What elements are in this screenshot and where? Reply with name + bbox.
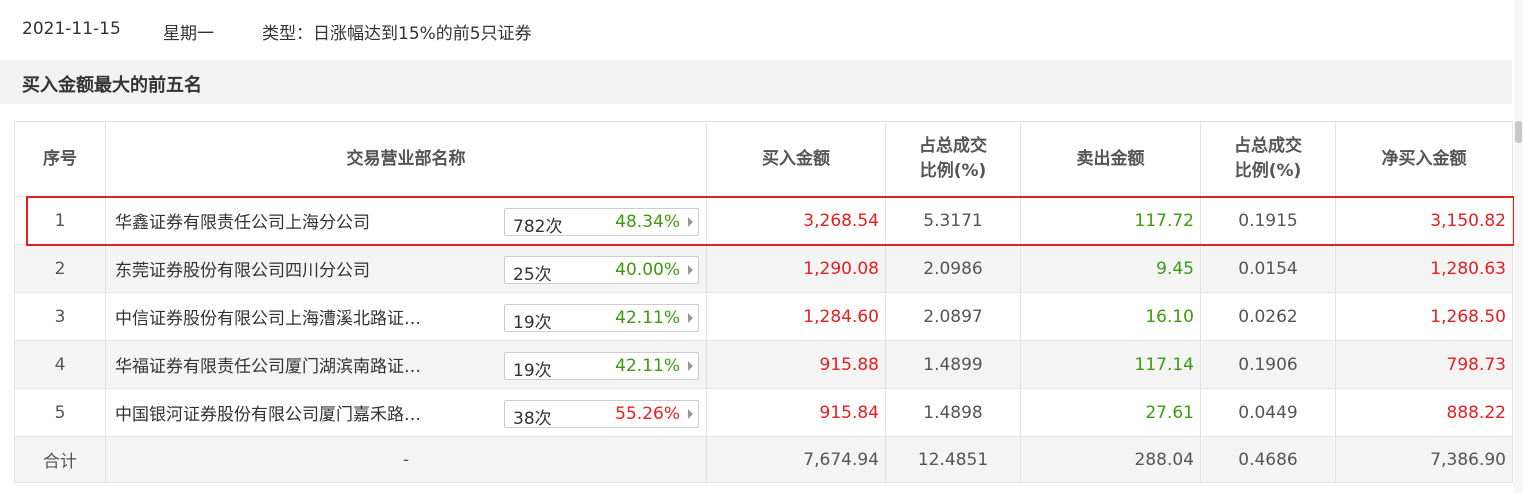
total-branch: - xyxy=(105,436,707,483)
table-row: 3 中信证券股份有限公司上海漕溪北路证… 19次 42.11% 1,284.60… xyxy=(14,292,1513,341)
chevron-right-icon xyxy=(688,217,693,227)
net-buy: 1,268.50 xyxy=(1335,292,1513,341)
sell-ratio: 0.0449 xyxy=(1200,388,1336,437)
branch-name-link[interactable]: 中国银河证券股份有限公司厦门嘉禾路… xyxy=(115,400,421,425)
branch-name-link[interactable]: 华鑫证券有限责任公司上海分公司 xyxy=(115,208,370,233)
total-net-buy: 7,386.90 xyxy=(1335,436,1513,483)
scrollbar-thumb[interactable] xyxy=(1515,121,1522,143)
listing-count: 19次 xyxy=(513,313,552,333)
header-buy-amount: 买入金额 xyxy=(706,121,886,197)
buy-amount: 915.84 xyxy=(706,388,886,437)
row-rank: 4 xyxy=(14,340,106,389)
win-rate: 42.11% xyxy=(615,356,680,376)
chevron-right-icon xyxy=(688,361,693,371)
sell-amount: 117.72 xyxy=(1020,196,1201,245)
top-buyers-table: 序号 交易营业部名称 买入金额 占总成交 比例(%) 卖出金额 占总成交 比例(… xyxy=(14,121,1513,487)
header-buy-ratio-line1: 占总成交 xyxy=(919,136,987,156)
table-row: 1 华鑫证券有限责任公司上海分公司 782次 48.34% 3,268.54 5… xyxy=(14,196,1513,245)
header-sell-ratio: 占总成交 比例(%) xyxy=(1200,121,1336,197)
total-sell-ratio: 0.4686 xyxy=(1200,436,1336,483)
net-buy: 888.22 xyxy=(1335,388,1513,437)
branch-stats-button[interactable]: 25次 40.00% xyxy=(504,256,699,285)
total-buy-amount: 7,674.94 xyxy=(706,436,886,483)
branch-cell: 华鑫证券有限责任公司上海分公司 782次 48.34% xyxy=(105,196,707,245)
branch-stats-button[interactable]: 19次 42.11% xyxy=(504,304,699,333)
section-header: 买入金额最大的前五名 xyxy=(0,60,1512,104)
sell-ratio: 0.1915 xyxy=(1200,196,1336,245)
weekday: 星期一 xyxy=(163,24,214,44)
row-rank: 3 xyxy=(14,292,106,341)
net-buy: 798.73 xyxy=(1335,340,1513,389)
branch-name-link[interactable]: 中信证券股份有限公司上海漕溪北路证… xyxy=(115,304,421,329)
win-rate: 55.26% xyxy=(615,404,680,424)
section-title: 买入金额最大的前五名 xyxy=(22,75,202,96)
header-buy-ratio-line2: 比例(%) xyxy=(919,161,987,181)
info-bar: 2021-11-15 星期一 类型：日涨幅达到15%的前5只证券 xyxy=(0,0,1512,60)
net-buy: 1,280.63 xyxy=(1335,244,1513,293)
buy-ratio: 5.3171 xyxy=(885,196,1021,245)
header-sell-ratio-line1: 占总成交 xyxy=(1234,136,1302,156)
header-rank: 序号 xyxy=(14,121,106,197)
row-rank: 1 xyxy=(14,196,106,245)
branch-cell: 华福证券有限责任公司厦门湖滨南路证… 19次 42.11% xyxy=(105,340,707,389)
trade-date: 2021-11-15 xyxy=(22,19,121,39)
total-label: 合计 xyxy=(14,436,106,483)
buy-ratio: 2.0986 xyxy=(885,244,1021,293)
header-sell-amount: 卖出金额 xyxy=(1020,121,1201,197)
win-rate: 40.00% xyxy=(615,260,680,280)
buy-amount: 3,268.54 xyxy=(706,196,886,245)
chevron-right-icon xyxy=(688,265,693,275)
branch-name-link[interactable]: 华福证券有限责任公司厦门湖滨南路证… xyxy=(115,352,421,377)
header-branch: 交易营业部名称 xyxy=(105,121,707,197)
list-type: 类型：日涨幅达到15%的前5只证券 xyxy=(262,24,532,44)
branch-stats-button[interactable]: 782次 48.34% xyxy=(504,208,699,237)
header-net-buy: 净买入金额 xyxy=(1335,121,1513,197)
vertical-scrollbar[interactable] xyxy=(1514,0,1523,493)
win-rate: 42.11% xyxy=(615,308,680,328)
table-row: 2 东莞证券股份有限公司四川分公司 25次 40.00% 1,290.08 2.… xyxy=(14,244,1513,293)
table-row: 4 华福证券有限责任公司厦门湖滨南路证… 19次 42.11% 915.88 1… xyxy=(14,340,1513,389)
table-header-row: 序号 交易营业部名称 买入金额 占总成交 比例(%) 卖出金额 占总成交 比例(… xyxy=(14,121,1513,197)
total-buy-ratio: 12.4851 xyxy=(885,436,1021,483)
sell-amount: 9.45 xyxy=(1020,244,1201,293)
listing-count: 19次 xyxy=(513,361,552,381)
chevron-right-icon xyxy=(688,409,693,419)
header-sell-ratio-line2: 比例(%) xyxy=(1234,161,1302,181)
branch-cell: 中信证券股份有限公司上海漕溪北路证… 19次 42.11% xyxy=(105,292,707,341)
buy-amount: 1,290.08 xyxy=(706,244,886,293)
branch-name-link[interactable]: 东莞证券股份有限公司四川分公司 xyxy=(115,256,370,281)
sell-ratio: 0.0154 xyxy=(1200,244,1336,293)
net-buy: 3,150.82 xyxy=(1335,196,1513,245)
listing-count: 782次 xyxy=(513,217,563,237)
header-buy-ratio: 占总成交 比例(%) xyxy=(885,121,1021,197)
chevron-right-icon xyxy=(688,313,693,323)
buy-ratio: 1.4899 xyxy=(885,340,1021,389)
buy-ratio: 2.0897 xyxy=(885,292,1021,341)
branch-stats-button[interactable]: 38次 55.26% xyxy=(504,400,699,429)
sell-amount: 117.14 xyxy=(1020,340,1201,389)
listing-count: 25次 xyxy=(513,265,552,285)
total-row: 合计 - 7,674.94 12.4851 288.04 0.4686 7,38… xyxy=(14,436,1513,483)
listing-count: 38次 xyxy=(513,409,552,429)
row-rank: 2 xyxy=(14,244,106,293)
buy-amount: 1,284.60 xyxy=(706,292,886,341)
sell-amount: 27.61 xyxy=(1020,388,1201,437)
sell-ratio: 0.0262 xyxy=(1200,292,1336,341)
row-rank: 5 xyxy=(14,388,106,437)
win-rate: 48.34% xyxy=(615,212,680,232)
buy-ratio: 1.4898 xyxy=(885,388,1021,437)
branch-cell: 东莞证券股份有限公司四川分公司 25次 40.00% xyxy=(105,244,707,293)
total-sell-amount: 288.04 xyxy=(1020,436,1201,483)
branch-cell: 中国银河证券股份有限公司厦门嘉禾路… 38次 55.26% xyxy=(105,388,707,437)
table-row: 5 中国银河证券股份有限公司厦门嘉禾路… 38次 55.26% 915.84 1… xyxy=(14,388,1513,437)
buy-amount: 915.88 xyxy=(706,340,886,389)
sell-ratio: 0.1906 xyxy=(1200,340,1336,389)
sell-amount: 16.10 xyxy=(1020,292,1201,341)
branch-stats-button[interactable]: 19次 42.11% xyxy=(504,352,699,381)
